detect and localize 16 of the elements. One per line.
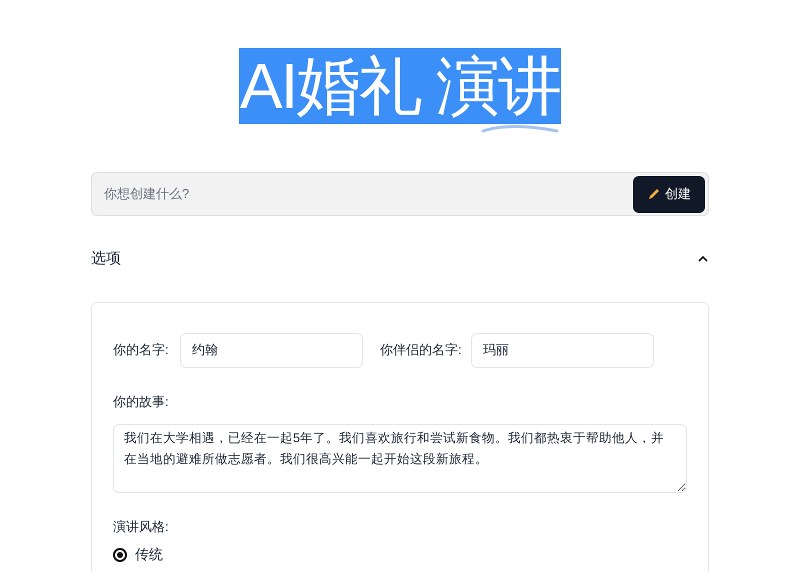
prompt-field[interactable]: 你想创建什么? 创建: [91, 172, 709, 216]
options-label: 选项: [91, 249, 121, 269]
page-title: AI婚礼 演讲: [238, 48, 562, 124]
create-button[interactable]: 创建: [633, 176, 705, 212]
style-label: 演讲风格:: [113, 518, 170, 536]
swoosh-icon: [481, 122, 562, 134]
story-field[interactable]: 我们在大学相遇，已经在一起5年了。我们喜欢旅行和尝试新食物。我们都热衷于帮助他人，并在当地的避难所做志愿者。我们很高兴能一起开始这段新旅程。: [113, 424, 687, 493]
pencil-icon: [647, 187, 661, 201]
name-field[interactable]: 约翰: [180, 332, 363, 368]
name-label: 你的名字:: [113, 341, 170, 360]
chevron-icon[interactable]: [697, 255, 709, 264]
story-label: 你的故事:: [113, 392, 170, 410]
partner-name-field[interactable]: 玛丽: [471, 332, 654, 368]
radio-button[interactable]: [113, 548, 127, 562]
partner-name-label: 你伴侣的名字:: [380, 341, 463, 360]
style-option-label: 传统: [135, 545, 163, 564]
